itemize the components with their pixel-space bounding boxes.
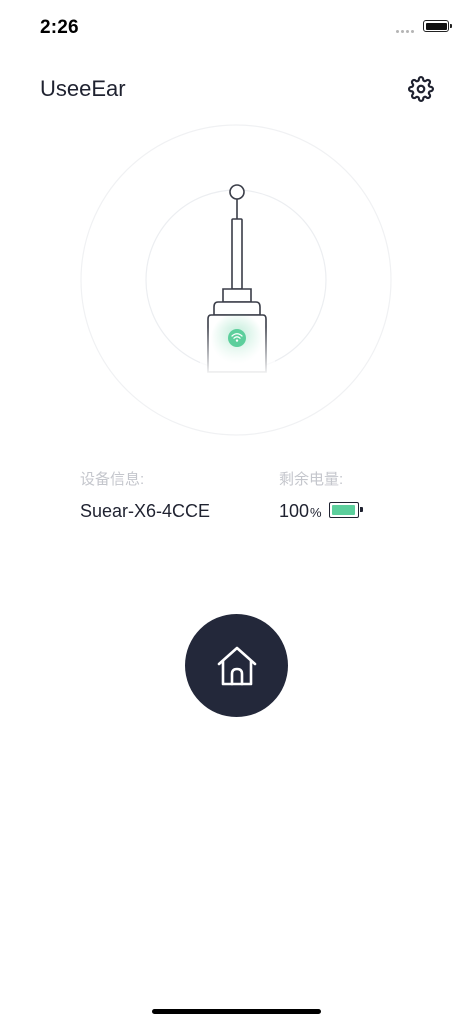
device-illustration [80,122,392,438]
settings-button[interactable] [408,76,434,102]
wifi-icon [228,329,246,347]
signal-icon [396,30,414,33]
battery-value: 100% [279,501,322,522]
battery-icon [329,502,363,518]
device-name: Suear-X6-4CCE [80,501,211,521]
battery-unit: % [310,505,322,520]
home-indicator[interactable] [152,1009,321,1014]
app-title: UseeEar [40,76,126,101]
gear-icon [408,76,434,102]
status-time: 2:26 [40,17,79,38]
battery-fill [332,505,355,515]
battery-label: 剩余电量: [279,471,344,488]
battery-percent: 100 [279,501,310,521]
status-bar: 2:26 [0,0,473,56]
home-button[interactable] [185,614,288,717]
device-info-label: 设备信息: [80,471,145,488]
status-battery-icon [423,20,452,32]
home-icon [217,646,256,685]
